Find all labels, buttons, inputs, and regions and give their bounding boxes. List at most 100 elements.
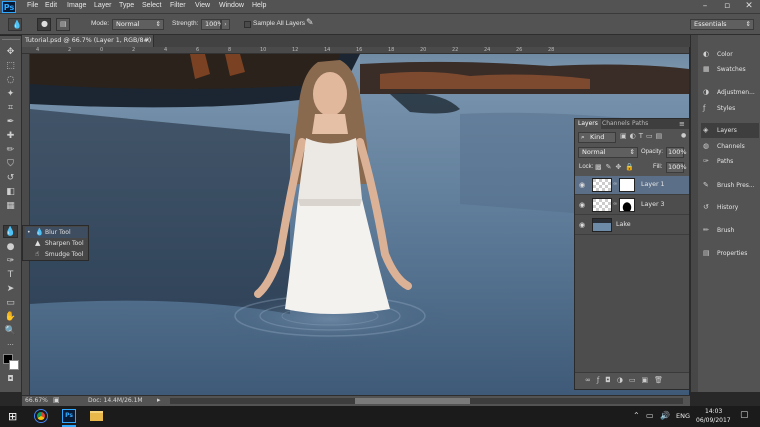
dock-item-history[interactable]: ↺ History [701,200,759,215]
background-color-swatch[interactable] [9,360,19,370]
opacity-input[interactable]: 100% [666,147,687,158]
marquee-tool-icon[interactable]: ⬚ [3,60,18,73]
status-menu-arrow-icon[interactable]: ▸ [157,396,161,404]
blur-tool-icon[interactable]: 💧 [3,225,18,238]
dock-item-styles[interactable]: ƒ Styles [701,101,759,116]
menu-filter[interactable]: Filter [170,2,186,9]
shape-tool-icon[interactable]: ▭ [3,297,18,310]
toolbar-grip[interactable] [2,39,20,42]
menu-edit[interactable]: Edit [45,2,57,9]
layer-mask-thumbnail[interactable] [619,198,635,212]
gradient-tool-icon[interactable]: ▦ [3,200,18,213]
dodge-tool-icon[interactable]: ● [3,241,18,254]
language-indicator[interactable]: ENG [676,412,690,420]
brush-tool-icon[interactable]: ✏ [3,144,18,157]
dock-item-brush[interactable]: ✏ Brush [701,223,759,238]
tab-paths[interactable]: Paths [629,119,651,129]
menu-file[interactable]: File [27,2,38,9]
clock-time[interactable]: 14:03 [705,408,722,415]
lock-icons[interactable]: ▩✎✥🔒 [595,163,638,171]
layer-row-lake[interactable]: ◉ Lake [575,216,689,235]
move-tool-icon[interactable]: ✥ [3,46,18,59]
close-window-button[interactable]: ✕ [738,0,760,14]
more-tools-icon[interactable]: ··· [3,339,18,352]
filter-kind-select[interactable]: ⌕ Kind [578,132,616,143]
tool-preset-picker[interactable]: 💧 [8,18,22,31]
workspace-select[interactable]: Essentials ⇕ [690,19,754,30]
dock-item-layers[interactable]: ◈ Layers [701,123,759,138]
notifications-icon[interactable]: ▢ [740,410,749,420]
maximize-button[interactable]: ▫ [716,0,738,14]
document-tab[interactable]: Tutorial.psd @ 66.7% (Layer 1, RGB/8#) *… [22,35,154,56]
tab-close-icon[interactable]: × [145,35,150,47]
dock-item-color[interactable]: ◐ Color [701,47,759,62]
sample-all-layers-checkbox[interactable] [244,21,251,28]
file-explorer-icon[interactable] [90,411,103,421]
blend-mode-select[interactable]: Normal ⇕ [578,147,638,158]
filter-toggle-icon[interactable]: ● [681,132,686,139]
ruler-tick: 10 [260,47,267,53]
menu-select[interactable]: Select [142,2,161,9]
footer-icons[interactable]: ∞ƒ◘◑▭▣🗑 [585,376,669,384]
horizontal-scrollbar[interactable] [170,398,683,404]
layer-row-layer-3[interactable]: ◉ ∞ Layer 3 [575,196,689,215]
windows-start-icon[interactable]: ⊞ [8,410,17,423]
pen-tool-icon[interactable]: ✑ [3,255,18,268]
hand-tool-icon[interactable]: ✋ [3,311,18,324]
filter-type-icons[interactable]: ▣◐T▭▤ [620,132,665,140]
eraser-tool-icon[interactable]: ◧ [3,186,18,199]
tab-layers[interactable]: Layers [575,119,601,129]
volume-icon[interactable]: 🔊 [660,411,670,420]
zoom-level[interactable]: 66.67% [25,397,48,404]
menu-help[interactable]: Help [252,2,266,9]
quick-mask-icon[interactable]: ◘ [3,372,18,385]
dock-item-brush-presets[interactable]: ✎ Brush Pres... [701,178,759,193]
flyout-item-blur[interactable]: • 💧 Blur Tool [25,227,87,238]
tab-channels[interactable]: Channels [599,119,633,129]
scrollbar-thumb[interactable] [355,398,470,404]
eye-icon[interactable]: ◉ [579,221,585,229]
fill-input[interactable]: 100% [666,162,687,173]
lasso-tool-icon[interactable]: ◌ [3,74,18,87]
pressure-icon[interactable]: ✎ [306,18,314,28]
brush-preset-picker[interactable]: ● [37,18,51,31]
clock-date[interactable]: 06/09/2017 [696,417,731,424]
strength-slider-toggle[interactable]: › [221,19,230,30]
zoom-tool-icon[interactable]: 🔍 [3,325,18,338]
flyout-item-smudge[interactable]: ☝ Smudge Tool [25,249,87,260]
chrome-icon[interactable] [35,410,47,422]
minimize-button[interactable]: – [694,0,716,14]
panel-collapse-strip[interactable] [690,35,698,392]
quick-select-tool-icon[interactable]: ✦ [3,88,18,101]
status-icon[interactable]: ▣ [53,396,60,404]
photoshop-taskbar-icon[interactable]: Ps [62,409,76,423]
healing-brush-tool-icon[interactable]: ✚ [3,130,18,143]
layer-mask-thumbnail[interactable] [619,178,635,192]
network-icon[interactable]: ▭ [646,411,654,420]
menu-type[interactable]: Type [119,2,134,9]
mode-select[interactable]: Normal ⇕ [112,19,164,30]
flyout-item-sharpen[interactable]: ▲ Sharpen Tool [25,238,87,249]
dock-item-swatches[interactable]: ▦ Swatches [701,62,759,77]
brush-settings-button[interactable]: ▤ [56,18,70,31]
menu-view[interactable]: View [195,2,210,9]
layer-row-layer-1[interactable]: ◉ ∞ Layer 1 [575,176,689,195]
crop-tool-icon[interactable]: ⌗ [3,102,18,115]
dock-item-properties[interactable]: ▤ Properties [701,246,759,261]
strength-input[interactable]: 100% [201,19,224,30]
clone-stamp-tool-icon[interactable]: ⛉ [3,158,18,171]
history-brush-tool-icon[interactable]: ↺ [3,172,18,185]
dock-item-paths[interactable]: ✑ Paths [701,154,759,169]
type-tool-icon[interactable]: T [3,269,18,282]
menu-window[interactable]: Window [219,2,244,9]
eye-icon[interactable]: ◉ [579,201,585,209]
chevron-up-icon[interactable]: ⌃ [633,411,640,420]
eye-icon[interactable]: ◉ [579,181,585,189]
eyedropper-tool-icon[interactable]: ✒ [3,116,18,129]
dock-item-adjustments[interactable]: ◑ Adjustmen... [701,85,759,100]
panel-menu-icon[interactable]: ≡ [679,120,685,128]
menu-layer[interactable]: Layer [94,2,112,9]
path-selection-tool-icon[interactable]: ➤ [3,283,18,296]
menu-image[interactable]: Image [67,2,86,9]
dock-item-channels[interactable]: ◍ Channels [701,139,759,154]
